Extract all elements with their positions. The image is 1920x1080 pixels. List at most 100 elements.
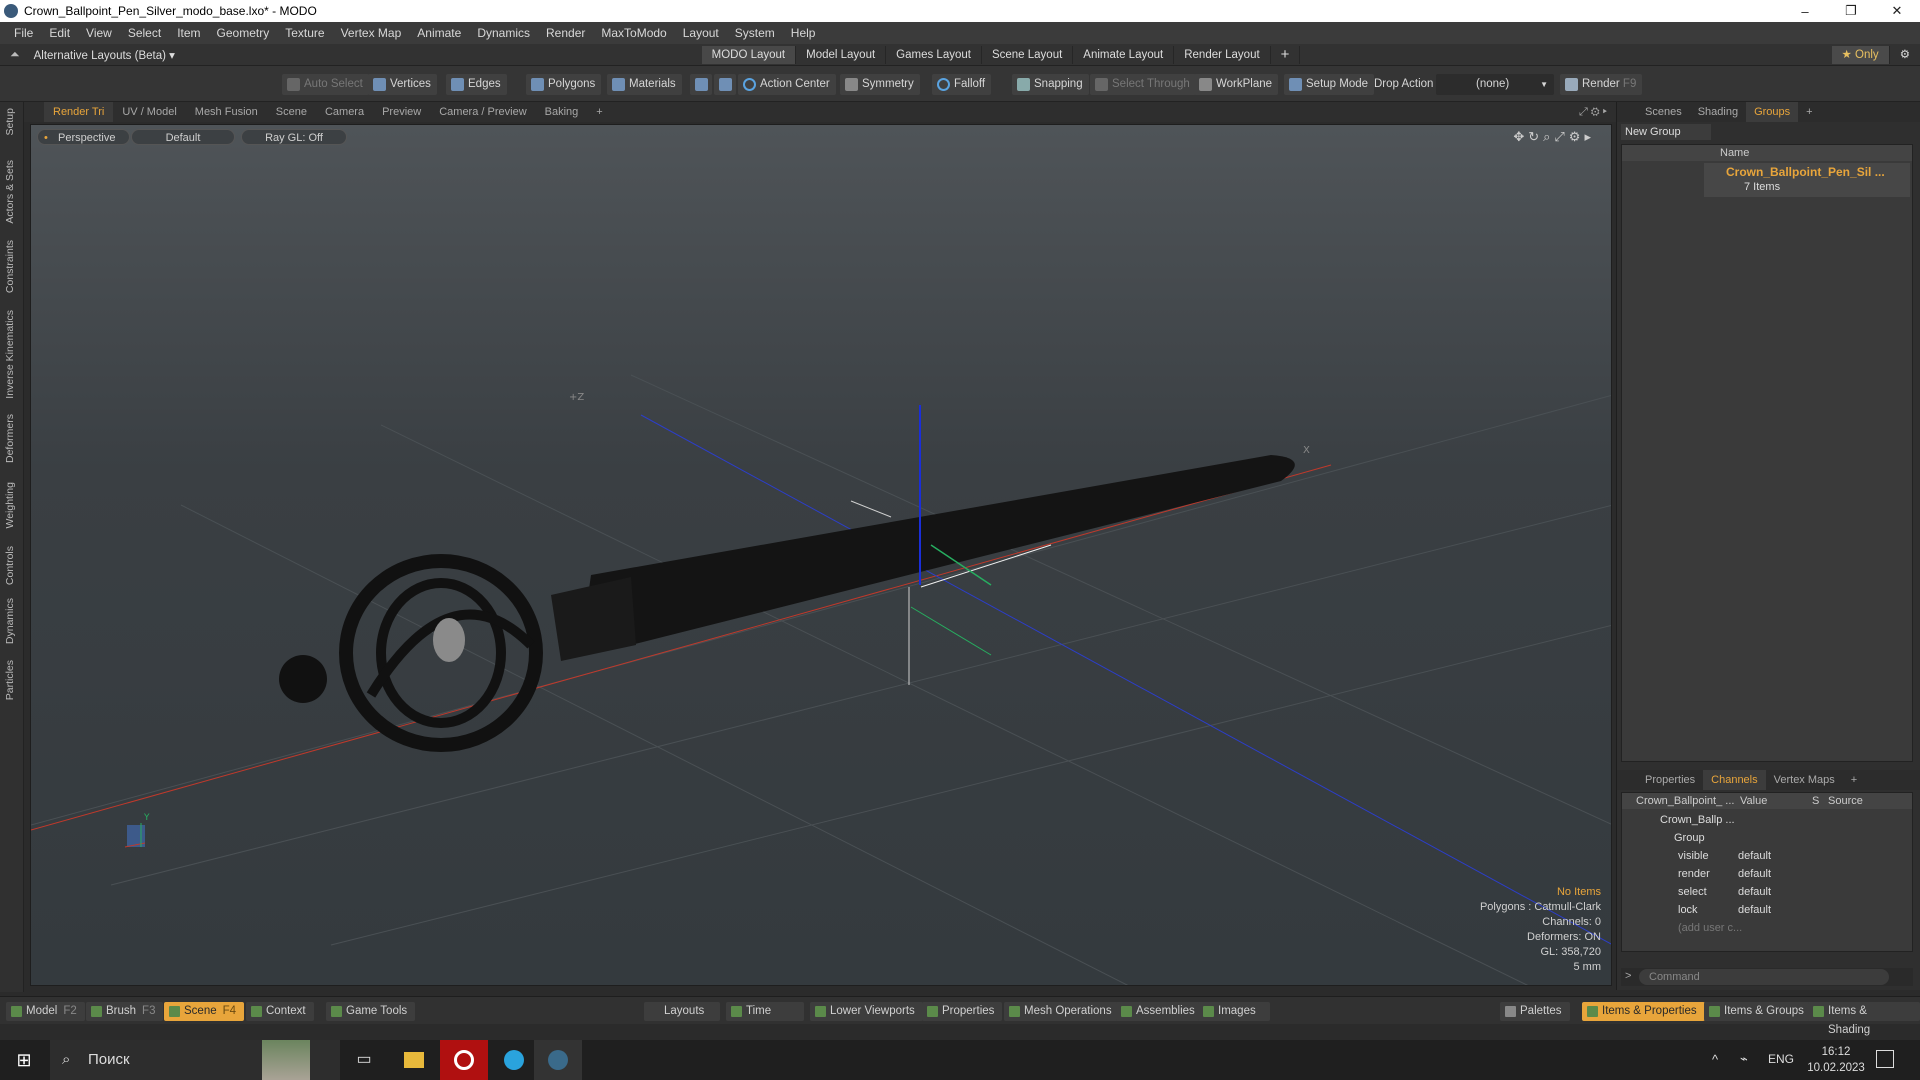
notification-icon[interactable] [1876,1050,1894,1068]
mesh-operations-button[interactable]: Mesh Operations [1004,1002,1120,1021]
menu-edit[interactable]: Edit [41,26,78,40]
only-button[interactable]: ★ Only [1831,45,1890,64]
edges-button[interactable]: Edges [446,74,507,95]
tab-baking[interactable]: Baking [536,102,588,122]
channels-root[interactable]: Crown_Ballp ... [1660,811,1912,829]
menu-file[interactable]: File [6,26,41,40]
symmetry-button[interactable]: Symmetry [840,74,920,95]
materials-button[interactable]: Materials [607,74,682,95]
command-input[interactable]: Command [1639,969,1889,985]
vtab-weighting[interactable]: Weighting [4,482,16,529]
snapping-button[interactable]: Snapping [1012,74,1089,95]
menu-help[interactable]: Help [783,26,824,40]
vtab-dynamics[interactable]: Dynamics [4,598,16,644]
language-indicator[interactable]: ENG [1768,1052,1794,1066]
falloff-button[interactable]: Falloff [932,74,992,95]
add-tab-button[interactable]: + [587,102,611,122]
items-groups-button[interactable]: Items & Groups [1704,1002,1812,1021]
gear-icon[interactable]: ⚙ [1890,46,1920,64]
tab-channels[interactable]: Channels [1703,770,1766,790]
add-user-channel[interactable]: (add user c... [1678,919,1912,937]
expand-icon[interactable]: ⤢ ⚙ ▸ [1570,102,1616,122]
tab-uv-model[interactable]: UV / Model [113,102,185,122]
tab-animate-layout[interactable]: Animate Layout [1073,45,1175,64]
tab-mesh-fusion[interactable]: Mesh Fusion [186,102,267,122]
shield-button-1[interactable] [690,74,712,95]
menu-select[interactable]: Select [120,26,169,40]
channel-value[interactable]: default [1738,847,1771,865]
tab-scenes[interactable]: Scenes [1637,102,1690,122]
select-through-button[interactable]: Select Through [1090,74,1196,95]
properties-button[interactable]: Properties [922,1002,1003,1021]
clock[interactable]: 16:12 10.02.2023 [1806,1044,1866,1076]
vtab-constraints[interactable]: Constraints [4,240,16,293]
tab-modo-layout[interactable]: MODO Layout [701,45,797,64]
lower-viewports-button[interactable]: Lower Viewports [810,1002,923,1021]
auto-select-button[interactable]: Auto Select [282,74,369,95]
menu-item[interactable]: Item [169,26,208,40]
menu-vertex-map[interactable]: Vertex Map [333,26,410,40]
tab-model-layout[interactable]: Model Layout [796,45,887,64]
menu-texture[interactable]: Texture [277,26,332,40]
menu-system[interactable]: System [727,26,783,40]
task-view-icon[interactable]: ▭ [340,1040,388,1080]
tab-render-tri[interactable]: Render Tri [44,102,114,122]
channel-value[interactable]: default [1738,865,1771,883]
tab-render-layout[interactable]: Render Layout [1174,45,1271,64]
tab-groups[interactable]: Groups [1746,102,1799,122]
menu-dynamics[interactable]: Dynamics [469,26,538,40]
tab-properties[interactable]: Properties [1637,770,1703,790]
images-button[interactable]: Images [1198,1002,1270,1021]
vtab-setup[interactable]: Setup [4,108,16,135]
menu-render[interactable]: Render [538,26,593,40]
channel-row-lock[interactable]: lock default [1678,901,1912,919]
maximize-button[interactable]: ❐ [1828,3,1874,19]
items-properties-button[interactable]: Items & Properties [1582,1002,1705,1021]
tab-shading[interactable]: Shading [1690,102,1746,122]
drop-action-select[interactable]: (none) ▼ [1436,74,1554,95]
tab-preview[interactable]: Preview [373,102,430,122]
channel-row-render[interactable]: render default [1678,865,1912,883]
shield-button-2[interactable] [714,74,736,95]
palettes-button[interactable]: Palettes [1500,1002,1570,1021]
modo-taskbar-icon[interactable] [534,1040,582,1080]
vtab-deformers[interactable]: Deformers [4,414,16,463]
tab-scene[interactable]: Scene [267,102,316,122]
game-tools-button[interactable]: Game Tools [326,1002,416,1021]
3d-viewport[interactable]: • Perspective Default Ray GL: Off ✥↻⌕⤢⚙▸ … [30,124,1612,986]
action-center-button[interactable]: Action Center [738,74,836,95]
alternative-layouts-dropdown[interactable]: Alternative Layouts (Beta) ▾ [34,48,702,62]
time-button[interactable]: Time [726,1002,804,1021]
channel-value[interactable]: default [1738,901,1771,919]
vtab-controls[interactable]: Controls [4,546,16,585]
tab-scene-layout[interactable]: Scene Layout [982,45,1074,64]
model-button[interactable]: Model F2 [6,1002,85,1021]
network-icon[interactable]: ⌁ [1740,1051,1748,1067]
file-explorer-icon[interactable] [390,1040,438,1080]
workplane-button[interactable]: WorkPlane [1194,74,1279,95]
windows-start-icon[interactable]: ⊞ [0,1040,48,1080]
layout-arrow-icon[interactable]: ⏶ [10,47,20,62]
menu-geometry[interactable]: Geometry [209,26,278,40]
close-button[interactable]: ✕ [1874,3,1920,19]
group-row[interactable]: Crown_Ballpoint_Pen_Sil ... 7 Items [1704,163,1910,197]
add-layout-button[interactable]: + [1271,45,1301,64]
new-group-button[interactable]: New Group [1621,124,1711,140]
minimize-button[interactable]: – [1782,4,1828,19]
render-button[interactable]: Render F9 [1560,74,1643,95]
channel-row-visible[interactable]: visible default [1678,847,1912,865]
vtab-inverse-kinematics[interactable]: Inverse Kinematics [4,310,16,399]
tab-games-layout[interactable]: Games Layout [886,45,982,64]
menu-layout[interactable]: Layout [675,26,727,40]
channels-group[interactable]: Group [1674,829,1912,847]
scene-button[interactable]: Scene F4 [164,1002,245,1021]
channel-row-select[interactable]: select default [1678,883,1912,901]
telegram-icon[interactable] [490,1040,538,1080]
vertices-button[interactable]: Vertices [368,74,437,95]
add-channel-tab-button[interactable]: + [1843,770,1865,790]
menu-animate[interactable]: Animate [409,26,469,40]
assemblies-button[interactable]: Assemblies [1116,1002,1203,1021]
opera-icon[interactable] [440,1040,488,1080]
menu-maxtomodo[interactable]: MaxToModo [593,26,674,40]
channel-value[interactable]: default [1738,883,1771,901]
